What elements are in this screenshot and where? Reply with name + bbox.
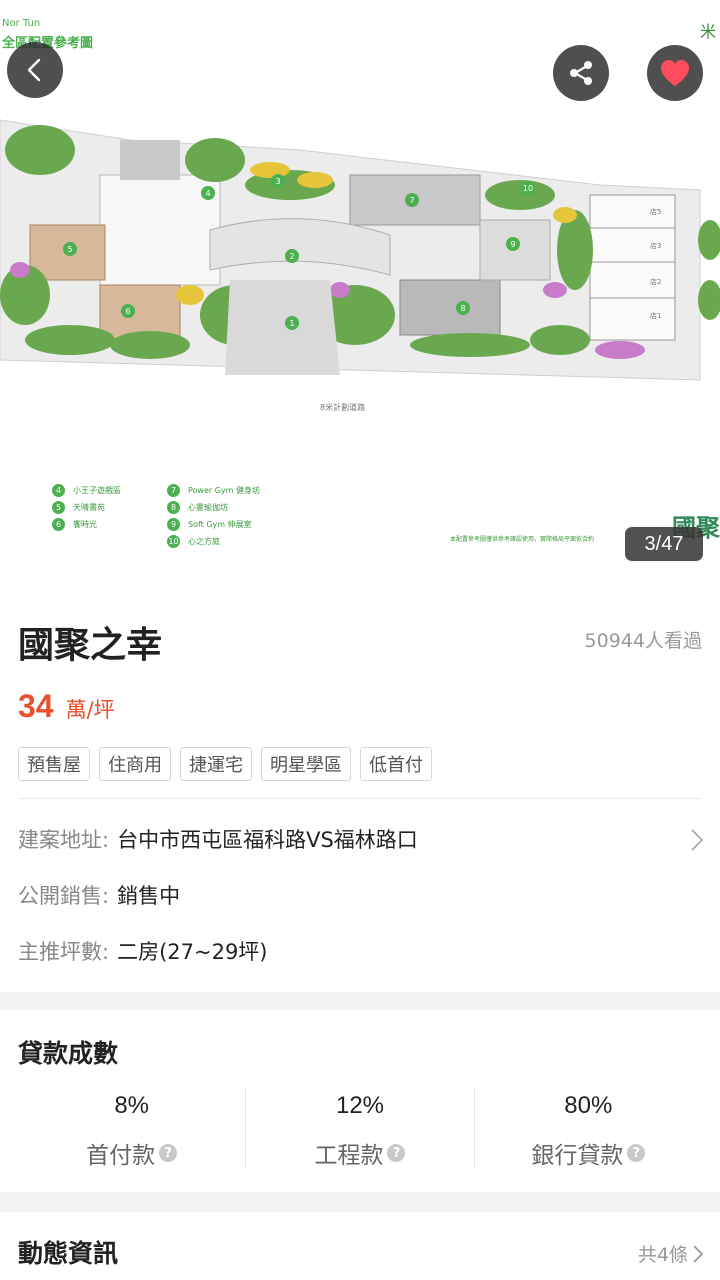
svg-text:7: 7 (409, 196, 414, 205)
hero-image[interactable]: 123 456 789 10 店5 店3 店2 店1 Nor Tun 全區配置參考圖 … (0, 0, 720, 580)
favorite-button[interactable] (647, 45, 703, 101)
sale-label: 公開銷售: (18, 884, 110, 908)
help-icon[interactable]: ? (387, 1144, 406, 1162)
news-title: 動態資訊 (18, 1239, 119, 1268)
legend-item: 5 天晴書苑 (52, 499, 121, 516)
svg-text:8: 8 (460, 304, 465, 313)
loan-breakdown: 8% 首付款? 12% 工程款? 80% 銀行貸款? (18, 1088, 702, 1169)
road-label: 8米計劃道路 (320, 403, 366, 412)
address-value: 台中市西屯區福科路VS福林路口 (117, 828, 418, 852)
chevron-right-icon[interactable] (690, 828, 704, 852)
size-value: 二房(27~29坪) (117, 940, 268, 964)
brand-mark-top: 米 (699, 22, 716, 41)
tag: 捷運宅 (180, 747, 252, 781)
legend-item: 9 Soft Gym 伸展室 (167, 516, 260, 533)
back-button[interactable] (7, 42, 63, 98)
sale-status-row: 公開銷售: 銷售中 (18, 880, 180, 910)
project-name: 國聚之幸 (18, 625, 163, 666)
loan-item-down-payment: 8% 首付款? (18, 1088, 247, 1169)
image-counter: 3/47 (625, 527, 703, 561)
help-icon[interactable]: ? (627, 1144, 646, 1162)
svg-text:店1: 店1 (650, 311, 661, 320)
legend-item: 10 心之方庭 (167, 535, 220, 548)
tag: 住商用 (99, 747, 171, 781)
svg-text:5: 5 (67, 245, 72, 254)
svg-text:6: 6 (125, 307, 130, 316)
tag: 低首付 (360, 747, 432, 781)
svg-text:店5: 店5 (650, 207, 661, 216)
price-unit: 萬/坪 (65, 698, 115, 722)
legend-item: 4 小王子遊戲區 (52, 482, 121, 499)
news-section[interactable]: 動態資訊 共4條 (0, 1212, 720, 1280)
tag: 預售屋 (18, 747, 90, 781)
loan-percent: 12% (335, 1092, 385, 1119)
news-count-link[interactable]: 共4條 (638, 1240, 704, 1267)
loan-label: 銀行貸款 (531, 1143, 624, 1169)
svg-text:店3: 店3 (650, 241, 661, 250)
chevron-left-icon (27, 58, 41, 82)
sale-value: 銷售中 (117, 884, 181, 908)
share-button[interactable] (553, 45, 609, 101)
loan-item-bank-loan: 80% 銀行貸款? (475, 1088, 702, 1169)
svg-text:1: 1 (289, 319, 294, 328)
svg-text:9: 9 (510, 240, 515, 249)
size-label: 主推坪數: (18, 940, 110, 964)
loan-section: 貸款成數 8% 首付款? 12% 工程款? 80% 銀行貸款? (0, 1010, 720, 1192)
loan-label: 工程款 (314, 1143, 384, 1169)
heart-icon (661, 60, 689, 86)
legend-right: 7 Power Gym 健身坊 8 心靈瑜伽坊 9 Soft Gym 伸展室 10 心之… (167, 482, 260, 550)
loan-title: 貸款成數 (18, 1039, 119, 1068)
loan-percent: 8% (114, 1092, 149, 1119)
svg-text:10: 10 (523, 184, 533, 193)
view-count: 50944人看過 (584, 630, 702, 652)
address-row[interactable]: 建案地址: 台中市西屯區福科路VS福林路口 (18, 824, 708, 854)
legend-item: 6 饗時光 (52, 516, 121, 533)
help-icon[interactable]: ? (159, 1144, 178, 1162)
address-label: 建案地址: (18, 828, 110, 852)
legend-left: 4 小王子遊戲區 5 天晴書苑 6 饗時光 (52, 482, 121, 533)
legend-item: 7 Power Gym 健身坊 (167, 482, 260, 499)
divider (18, 798, 702, 799)
svg-text:3: 3 (275, 177, 280, 186)
share-icon (570, 61, 592, 85)
loan-label: 首付款 (86, 1143, 156, 1169)
site-plan-subtitle: Nor Tun (2, 18, 41, 29)
svg-text:2: 2 (289, 252, 294, 261)
loan-item-construction: 12% 工程款? (246, 1088, 475, 1169)
tag-list: 預售屋 住商用 捷運宅 明星學區 低首付 (18, 747, 441, 781)
tag: 明星學區 (261, 747, 351, 781)
loan-percent: 80% (564, 1092, 613, 1119)
svg-text:店2: 店2 (650, 277, 661, 286)
disclaimer-note: 本配置參考圖僅供參考確認使用，實際格局平面依合約 (450, 536, 595, 543)
project-info-card: 國聚之幸 50944人看過 34 萬/坪 預售屋 住商用 捷運宅 明星學區 低首… (0, 580, 720, 992)
main-size-row: 主推坪數: 二房(27~29坪) (18, 936, 268, 966)
legend-item: 8 心靈瑜伽坊 (167, 499, 260, 516)
chevron-right-icon (693, 1244, 704, 1263)
news-count: 共4條 (637, 1244, 688, 1266)
price-value: 34 (18, 688, 54, 724)
price: 34 萬/坪 (18, 688, 115, 725)
svg-text:4: 4 (205, 189, 210, 198)
